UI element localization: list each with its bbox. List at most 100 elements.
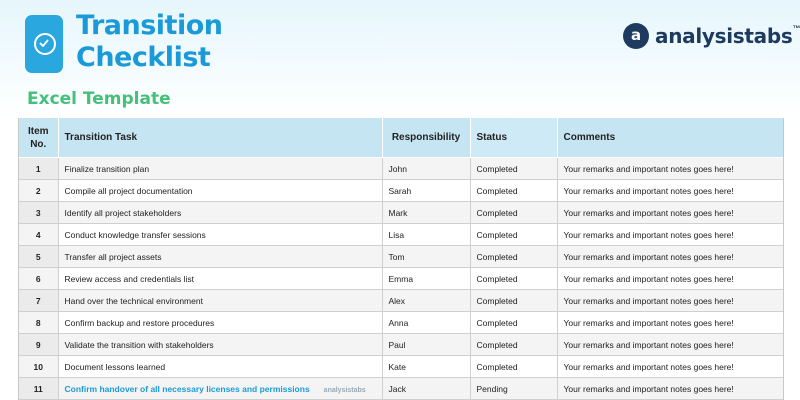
cell-task[interactable]: Compile all project documentation xyxy=(58,179,383,202)
cell-comments-text: Your remarks and important notes goes he… xyxy=(563,361,734,372)
table-row: 9 Validate the transition with stakeholde… xyxy=(19,333,783,356)
brand-logo[interactable]: a analysistabs ™ xyxy=(623,19,800,53)
cell-responsibility-text: Jack xyxy=(388,383,406,394)
cell-task-text: Hand over the technical environment xyxy=(64,295,203,306)
cell-item-no[interactable]: 2 xyxy=(19,179,59,202)
cell-task-text: Identify all project stakeholders xyxy=(64,207,182,218)
cell-status-text: Completed xyxy=(476,295,518,306)
cell-comments[interactable]: Your remarks and important notes goes he… xyxy=(557,157,783,180)
cell-task[interactable]: Identify all project stakeholders xyxy=(58,201,383,224)
column-header-comments[interactable]: Comments xyxy=(557,118,783,158)
cell-item-no[interactable]: 11 xyxy=(19,377,59,400)
spreadsheet: Item No. Transition Task Responsibility … xyxy=(18,118,784,400)
cell-task[interactable]: Review access and credentials list xyxy=(58,267,383,290)
cell-comments[interactable]: Your remarks and important notes goes he… xyxy=(557,267,783,290)
cell-item-no-text: 3 xyxy=(35,207,41,218)
column-header-item-no[interactable]: Item No. xyxy=(19,118,59,158)
cell-responsibility[interactable]: Alex xyxy=(382,289,471,312)
column-header-task[interactable]: Transition Task xyxy=(58,118,383,158)
cell-comments[interactable]: Your remarks and important notes goes he… xyxy=(557,223,783,246)
table-row: 2 Compile all project documentation Sarah C… xyxy=(19,179,783,202)
page-subtitle: Excel Template xyxy=(27,89,171,109)
cell-task[interactable]: Confirm backup and restore procedures xyxy=(58,311,383,334)
cell-status-text: Completed xyxy=(476,273,518,284)
cell-comments-text: Your remarks and important notes goes he… xyxy=(563,273,734,284)
column-header-label: Item xyxy=(27,125,49,137)
cell-task-text: Compile all project documentation xyxy=(64,185,193,196)
cell-task-text: Confirm backup and restore procedures xyxy=(64,317,215,328)
cell-item-no[interactable]: 6 xyxy=(19,267,59,290)
cell-task[interactable]: Hand over the technical environment xyxy=(58,289,383,312)
cell-item-no[interactable]: 7 xyxy=(19,289,59,312)
cell-responsibility-text: Alex xyxy=(388,295,406,306)
cell-responsibility-text: Mark xyxy=(388,207,408,218)
cell-responsibility[interactable]: Kate xyxy=(382,355,471,378)
cell-status[interactable]: Completed xyxy=(470,289,558,312)
watermark-text: analysistabs xyxy=(323,386,366,394)
cell-responsibility[interactable]: Anna xyxy=(382,311,471,334)
cell-item-no[interactable]: 1 xyxy=(19,157,59,180)
cell-item-no[interactable]: 8 xyxy=(19,311,59,334)
column-header-status[interactable]: Status xyxy=(470,118,558,158)
cell-comments-text: Your remarks and important notes goes he… xyxy=(563,317,734,328)
cell-status[interactable]: Completed xyxy=(470,157,558,180)
cell-responsibility-text: Sarah xyxy=(388,185,412,196)
cell-responsibility[interactable]: Mark xyxy=(382,201,471,224)
cell-status[interactable]: Completed xyxy=(470,201,558,224)
cell-status[interactable]: Completed xyxy=(470,355,558,378)
cell-responsibility-text: Emma xyxy=(388,273,414,284)
cell-task[interactable]: Confirm handover of all necessary licens… xyxy=(58,377,383,400)
cell-comments-text: Your remarks and important notes goes he… xyxy=(563,185,734,196)
cell-status-text: Completed xyxy=(476,207,518,218)
cell-task[interactable]: Validate the transition with stakeholder… xyxy=(58,333,383,356)
cell-task[interactable]: Transfer all project assets xyxy=(58,245,383,268)
table-row: 1 Finalize transition plan John Completed Yo… xyxy=(19,157,783,180)
cell-item-no[interactable]: 10 xyxy=(19,355,59,378)
table-row: 4 Conduct knowledge transfer sessions Lisa… xyxy=(19,223,783,246)
cell-status[interactable]: Completed xyxy=(470,267,558,290)
cell-item-no[interactable]: 3 xyxy=(19,201,59,224)
table-row: 6 Review access and credentials list Emma C… xyxy=(19,267,783,290)
cell-item-no[interactable]: 5 xyxy=(19,245,59,268)
table-body: 1 Finalize transition plan John Completed Yo… xyxy=(19,157,783,400)
cell-item-no-text: 2 xyxy=(35,185,41,196)
table-row: 11 Confirm handover of all necessary lice… xyxy=(19,377,783,400)
cell-responsibility[interactable]: Tom xyxy=(382,245,471,268)
cell-task[interactable]: Conduct knowledge transfer sessions xyxy=(58,223,383,246)
cell-comments[interactable]: Your remarks and important notes goes he… xyxy=(557,179,783,202)
cell-status[interactable]: Completed xyxy=(470,311,558,334)
cell-responsibility[interactable]: Jack xyxy=(382,377,471,400)
cell-item-no-text: 10 xyxy=(33,361,43,372)
cell-responsibility[interactable]: Sarah xyxy=(382,179,471,202)
cell-item-no[interactable]: 9 xyxy=(19,333,59,356)
brand-mark-icon: a xyxy=(623,23,649,49)
cell-comments[interactable]: Your remarks and important notes goes he… xyxy=(557,245,783,268)
cell-item-no-text: 8 xyxy=(35,317,41,328)
cell-comments[interactable]: Your remarks and important notes goes he… xyxy=(557,333,783,356)
cell-responsibility[interactable]: Lisa xyxy=(382,223,471,246)
cell-status[interactable]: Completed xyxy=(470,245,558,268)
cell-task[interactable]: Document lessons learned xyxy=(58,355,383,378)
cell-task[interactable]: Finalize transition plan xyxy=(58,157,383,180)
cell-comments[interactable]: Your remarks and important notes goes he… xyxy=(557,289,783,312)
cell-responsibility[interactable]: John xyxy=(382,157,471,180)
table-row: 8 Confirm backup and restore procedures An… xyxy=(19,311,783,334)
cell-responsibility[interactable]: Paul xyxy=(382,333,471,356)
cell-responsibility[interactable]: Emma xyxy=(382,267,471,290)
cell-item-no[interactable]: 4 xyxy=(19,223,59,246)
cell-status[interactable]: Completed xyxy=(470,333,558,356)
cell-task-text: Review access and credentials list xyxy=(64,273,194,284)
table-row: 5 Transfer all project assets Tom Completed… xyxy=(19,245,783,268)
cell-status[interactable]: Pending xyxy=(470,377,558,400)
cell-comments[interactable]: Your remarks and important notes goes he… xyxy=(557,377,783,400)
cell-comments[interactable]: Your remarks and important notes goes he… xyxy=(557,201,783,224)
cell-task-text: Validate the transition with stakeholder… xyxy=(64,339,214,350)
cell-comments[interactable]: Your remarks and important notes goes he… xyxy=(557,355,783,378)
cell-status[interactable]: Completed xyxy=(470,223,558,246)
cell-comments-text: Your remarks and important notes goes he… xyxy=(563,295,734,306)
column-header-responsibility[interactable]: Responsibility xyxy=(382,118,471,158)
cell-status-text: Completed xyxy=(476,317,518,328)
cell-comments-text: Your remarks and important notes goes he… xyxy=(563,163,734,174)
cell-status[interactable]: Completed xyxy=(470,179,558,202)
cell-comments[interactable]: Your remarks and important notes goes he… xyxy=(557,311,783,334)
